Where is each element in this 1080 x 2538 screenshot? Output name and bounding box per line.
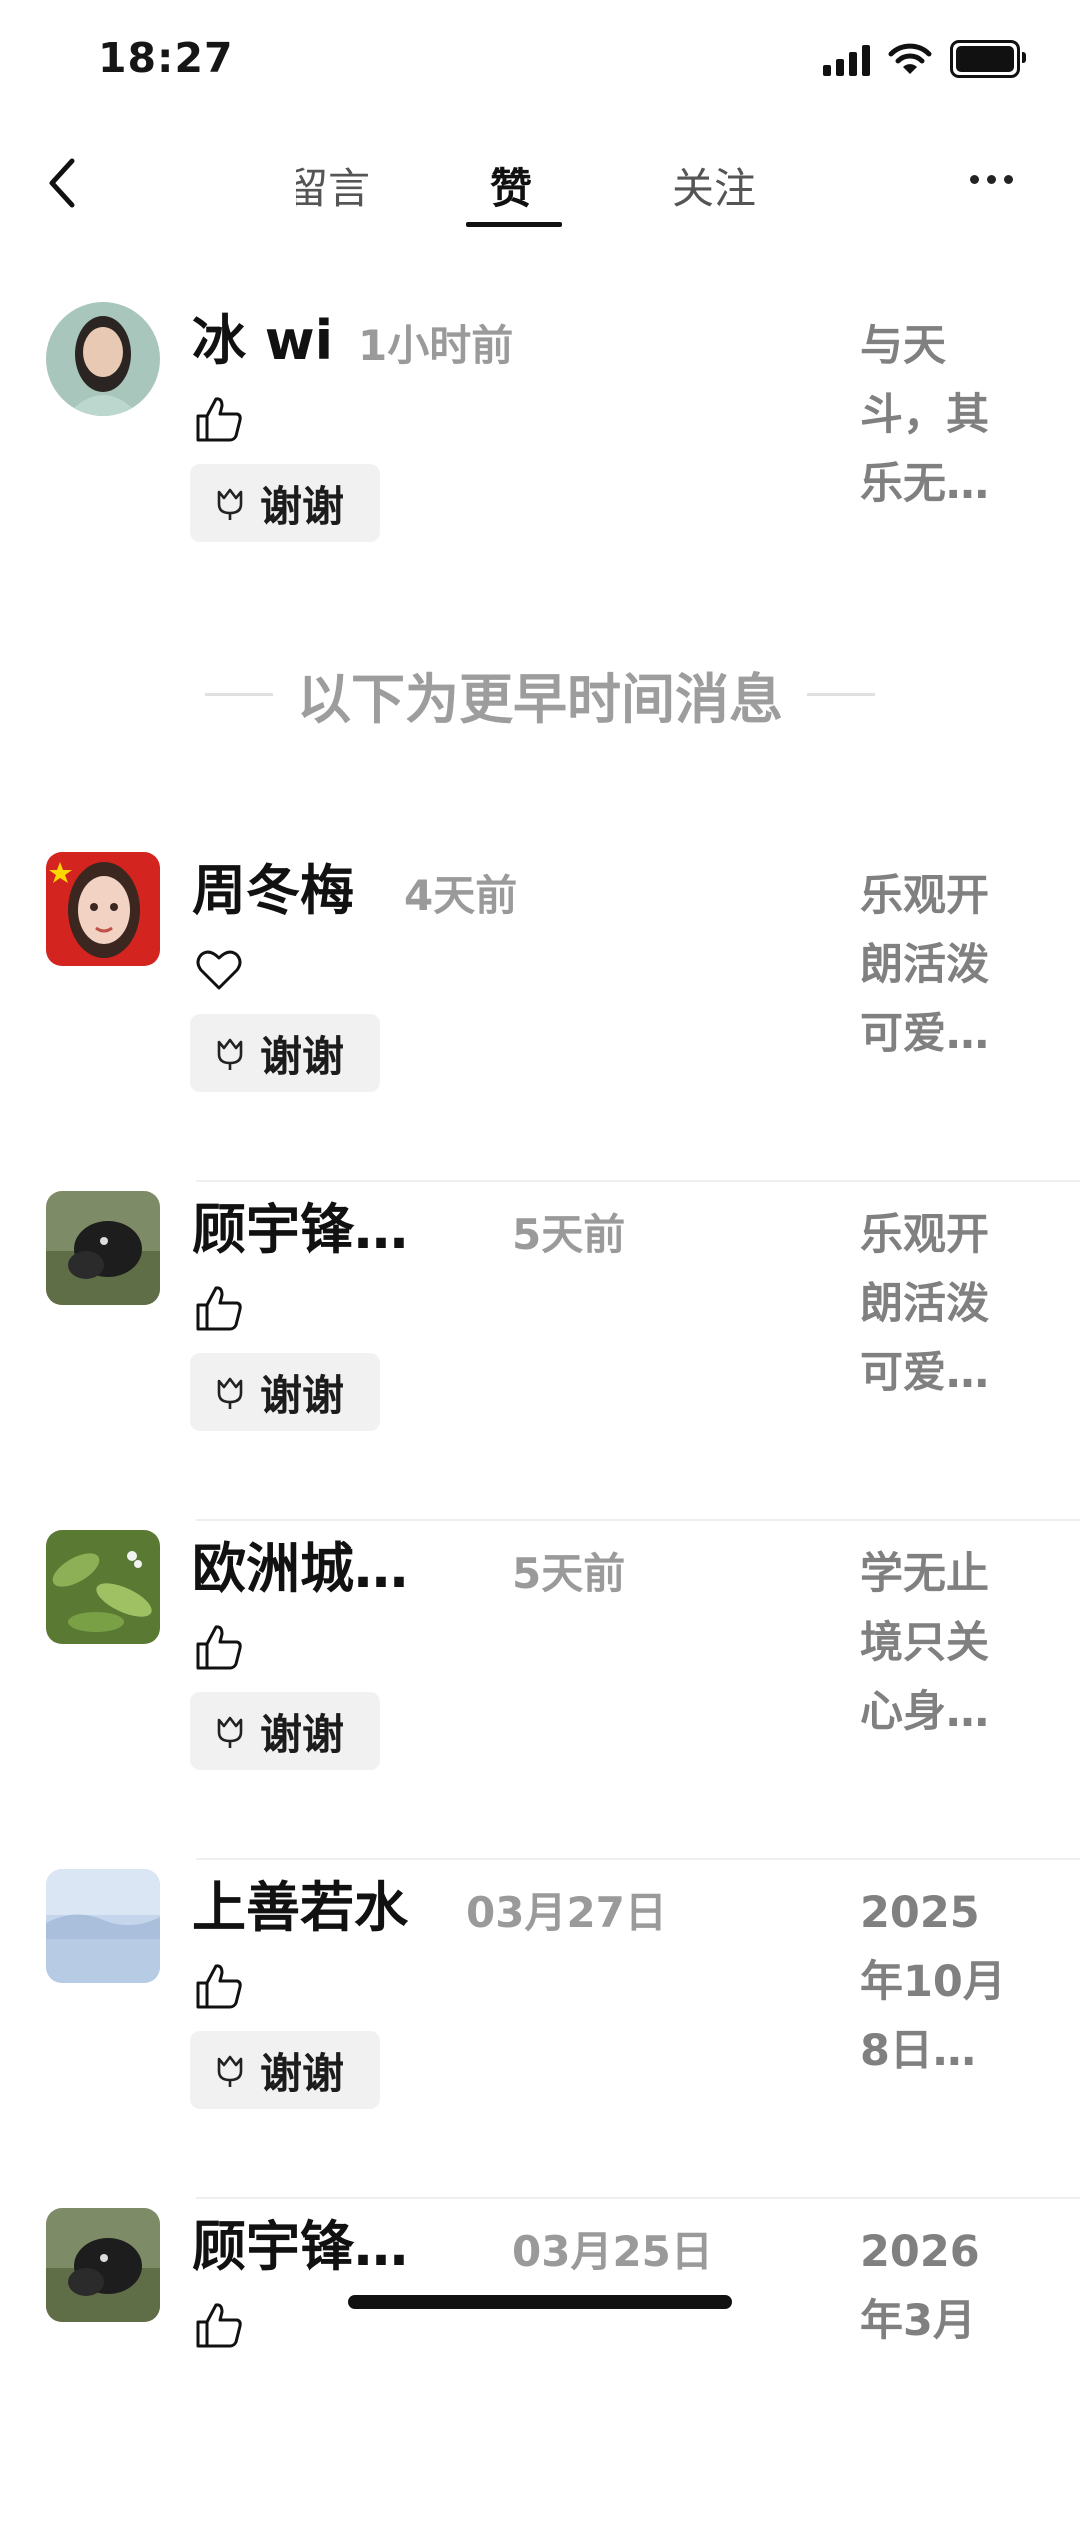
divider xyxy=(807,693,875,696)
notification-row[interactable]: 冰 wi 1小时前 谢谢 与天 斗，其 乐无… xyxy=(0,302,1080,632)
liked-content-preview[interactable]: 与天 斗，其 乐无… xyxy=(860,312,1060,519)
thanks-button[interactable]: 谢谢 xyxy=(190,1353,380,1431)
thanks-label: 谢谢 xyxy=(260,1370,345,1420)
flower-icon xyxy=(217,1377,243,1409)
timestamp: 03月25日 xyxy=(512,2227,713,2276)
flower-icon xyxy=(217,1716,243,1748)
user-name[interactable]: 周冬梅 xyxy=(192,846,354,925)
thanks-label: 谢谢 xyxy=(260,2048,345,2098)
avatar[interactable] xyxy=(46,852,160,966)
status-bar: 18:27 xyxy=(0,0,1080,120)
liked-content-preview[interactable]: 2025 年10月 8日… xyxy=(860,1879,1060,2086)
timestamp: 4天前 xyxy=(404,871,518,920)
user-name[interactable]: 顾宇锋… xyxy=(192,1185,408,1264)
thumbs-up-icon xyxy=(196,1625,242,1670)
notification-row[interactable]: 上善若水 03月27日 谢谢 2025 年10月 8日… xyxy=(0,1869,1080,2199)
battery-icon xyxy=(950,40,1026,78)
thumbs-up-icon xyxy=(196,397,242,442)
home-indicator xyxy=(348,2295,732,2309)
thanks-label: 谢谢 xyxy=(260,1709,345,1759)
thumbs-up-icon xyxy=(196,1964,242,2009)
status-time: 18:27 xyxy=(98,34,234,82)
timestamp: 5天前 xyxy=(512,1549,626,1598)
status-icons xyxy=(823,40,1026,78)
row-divider xyxy=(196,1519,1080,1521)
liked-content-preview[interactable]: 乐观开 朗活泼 可爱… xyxy=(860,862,1060,1069)
cellular-signal-icon xyxy=(823,42,870,76)
back-button[interactable] xyxy=(38,153,98,213)
flower-icon xyxy=(217,488,243,520)
row-divider xyxy=(196,1180,1080,1182)
liked-content-preview[interactable]: 乐观开 朗活泼 可爱… xyxy=(860,1201,1060,1408)
flower-icon xyxy=(217,2055,243,2087)
earlier-messages-label: 以下为更早时间消息 xyxy=(297,668,783,731)
earlier-messages-separator: 以下为更早时间消息 xyxy=(0,655,1080,734)
row-divider xyxy=(196,1858,1080,1860)
active-tab-indicator xyxy=(466,222,562,227)
timestamp: 1小时前 xyxy=(358,321,514,370)
user-name[interactable]: 顾宇锋… xyxy=(192,2202,408,2281)
tab-follows[interactable]: 关注 xyxy=(672,155,756,216)
user-name[interactable]: 欧洲城… xyxy=(192,1524,408,1603)
notification-row[interactable]: 欧洲城… 5天前 谢谢 学无止 境只关 心身… xyxy=(0,1530,1080,1860)
avatar[interactable] xyxy=(46,1191,160,1305)
avatar[interactable] xyxy=(46,1869,160,1983)
timestamp: 03月27日 xyxy=(466,1888,667,1937)
thanks-label: 谢谢 xyxy=(260,1031,345,1081)
thanks-button[interactable]: 谢谢 xyxy=(190,1692,380,1770)
tab-comments[interactable]: 留言 xyxy=(296,155,370,216)
user-name[interactable]: 上善若水 xyxy=(192,1863,408,1942)
avatar[interactable] xyxy=(46,1530,160,1644)
notification-row[interactable]: 周冬梅 4天前 谢谢 乐观开 朗活泼 可爱… xyxy=(0,852,1080,1182)
thanks-button[interactable]: 谢谢 xyxy=(190,2031,380,2109)
notification-row[interactable]: 顾宇锋… 5天前 谢谢 乐观开 朗活泼 可爱… xyxy=(0,1191,1080,1521)
more-options-button[interactable] xyxy=(970,175,1013,184)
user-name[interactable]: 冰 wi xyxy=(192,296,333,375)
timestamp: 5天前 xyxy=(512,1210,626,1259)
row-divider xyxy=(196,2197,1080,2199)
heart-icon xyxy=(196,950,242,990)
flower-icon xyxy=(217,1038,243,1070)
liked-content-preview[interactable]: 学无止 境只关 心身… xyxy=(860,1540,1060,1747)
tab-likes[interactable]: 赞 xyxy=(490,155,532,216)
liked-content-preview[interactable]: 2026 年3月 xyxy=(860,2218,1060,2356)
wifi-icon xyxy=(888,43,932,74)
top-nav: 留言 赞 关注 xyxy=(0,135,1080,235)
thumbs-up-icon xyxy=(196,2303,242,2348)
thanks-label: 谢谢 xyxy=(260,481,345,531)
avatar[interactable] xyxy=(46,302,160,416)
thanks-button[interactable]: 谢谢 xyxy=(190,1014,380,1092)
divider xyxy=(205,693,273,696)
avatar[interactable] xyxy=(46,2208,160,2322)
notification-row[interactable]: 顾宇锋… 03月25日 2026 年3月 xyxy=(0,2208,1080,2538)
thanks-button[interactable]: 谢谢 xyxy=(190,464,380,542)
thumbs-up-icon xyxy=(196,1286,242,1331)
